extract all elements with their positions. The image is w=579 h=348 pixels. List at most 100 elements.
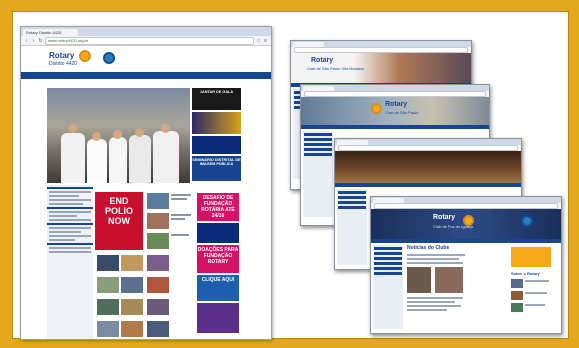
menu-icon[interactable]: ≡: [263, 38, 268, 44]
browser-tab[interactable]: Rotary Distrito 4420: [23, 29, 78, 36]
promo-banner[interactable]: [511, 247, 551, 267]
hero-photo[interactable]: [47, 88, 190, 183]
news-line[interactable]: [49, 227, 91, 229]
promo-banner[interactable]: [197, 303, 239, 333]
foundation-challenge-banner[interactable]: DESAFIO DE FUNDAÇÃO ROTÁRIA ATÉ 24/10: [197, 193, 239, 221]
sidebar-item[interactable]: [304, 138, 332, 141]
news-text[interactable]: [407, 297, 463, 299]
sidebar-item[interactable]: [374, 262, 402, 265]
news-text[interactable]: [171, 234, 189, 236]
sidebar-item[interactable]: [304, 143, 332, 146]
left-section-heading: [47, 243, 93, 245]
end-polio-now-banner[interactable]: END POLIO NOW: [95, 192, 143, 250]
side-text[interactable]: [525, 280, 549, 282]
news-text[interactable]: [171, 214, 191, 216]
sidebar-item[interactable]: [338, 206, 366, 209]
side-thumbnail[interactable]: [511, 291, 523, 300]
side-thumbnail[interactable]: [511, 303, 523, 312]
news-line[interactable]: [49, 203, 83, 205]
news-thumbnail[interactable]: [121, 277, 143, 293]
back-icon[interactable]: ‹: [24, 38, 29, 44]
news-thumbnail[interactable]: [147, 277, 169, 293]
sidebar-item[interactable]: [374, 267, 402, 270]
news-thumbnail[interactable]: [97, 321, 119, 337]
news-text[interactable]: [171, 218, 185, 220]
sidebar-item[interactable]: [338, 191, 366, 194]
side-thumbnail[interactable]: [511, 279, 523, 288]
news-line[interactable]: [49, 231, 81, 233]
sidebar-item[interactable]: [304, 153, 332, 156]
window-club-name: Club de São Paulo: [385, 110, 419, 115]
news-thumbnail[interactable]: [147, 299, 169, 315]
window-brand: Rotary: [385, 101, 408, 108]
side-section-title: Sobre o Rotary: [511, 271, 540, 276]
photo-person: [109, 137, 127, 183]
news-thumbnail[interactable]: [147, 213, 169, 229]
foundation-logo-icon: [521, 215, 533, 227]
star-icon[interactable]: ☆: [256, 38, 261, 44]
rotary-wheel-icon: [79, 50, 91, 62]
news-line[interactable]: [49, 199, 91, 201]
news-thumbnail[interactable]: [97, 299, 119, 315]
left-section-heading: [47, 223, 93, 225]
news-thumbnail[interactable]: [97, 277, 119, 293]
club-window-4[interactable]: Rotary Club de Foz do Iguaçu Notícias do…: [370, 196, 562, 334]
news-text[interactable]: [407, 258, 459, 260]
news-thumbnail[interactable]: [121, 299, 143, 315]
sidebar-item[interactable]: [304, 133, 332, 136]
photo-person: [153, 131, 179, 183]
news-thumbnail[interactable]: [147, 321, 169, 337]
news-photo[interactable]: [407, 267, 431, 293]
news-line[interactable]: [49, 191, 91, 193]
sidebar-item[interactable]: [338, 201, 366, 204]
gala-dinner-banner[interactable]: JANTAR DE GALA: [192, 88, 241, 110]
promo-banner[interactable]: [192, 136, 241, 154]
news-line[interactable]: [49, 251, 91, 253]
sidebar-item[interactable]: [304, 148, 332, 151]
polio-line: NOW: [108, 216, 130, 226]
sidebar-item[interactable]: [374, 247, 402, 250]
news-text[interactable]: [171, 198, 187, 200]
event-banner[interactable]: [192, 112, 241, 134]
site-logo-text[interactable]: Rotary: [49, 51, 74, 60]
left-news-column: [47, 185, 93, 339]
seminar-banner[interactable]: SEMINÁRIO DISTRITAL DE IMAGEM PÚBLICA: [192, 156, 241, 181]
news-thumbnail[interactable]: [147, 233, 169, 249]
news-line[interactable]: [49, 195, 79, 197]
news-line[interactable]: [49, 235, 91, 237]
donation-banner[interactable]: DOAÇÕES PARA FUNDAÇÃO ROTARY: [197, 245, 239, 273]
window-club-name: Club de São Paulo Vila Mariana: [307, 66, 364, 71]
news-text[interactable]: [407, 301, 455, 303]
middle-content: END POLIO NOW DESAFIO DE FUNDAÇÃO ROTÁRI…: [95, 185, 241, 339]
news-thumbnail[interactable]: [121, 321, 143, 337]
news-thumbnail[interactable]: [97, 255, 119, 271]
window-club-name: Club de Foz do Iguaçu: [433, 224, 474, 229]
news-photo[interactable]: [435, 267, 463, 293]
news-thumbnail[interactable]: [147, 193, 169, 209]
sidebar-item[interactable]: [374, 252, 402, 255]
news-line[interactable]: [49, 239, 75, 241]
forward-icon[interactable]: ›: [31, 38, 36, 44]
news-line[interactable]: [49, 219, 91, 221]
promo-banner[interactable]: [197, 223, 239, 243]
side-text[interactable]: [525, 292, 547, 294]
news-text[interactable]: [407, 262, 463, 264]
url-field[interactable]: www.rotary4420.org.br: [45, 36, 254, 45]
sidebar-item[interactable]: [374, 272, 402, 275]
reload-icon[interactable]: ↻: [38, 38, 43, 44]
news-line[interactable]: [49, 215, 77, 217]
window-sidebar: [337, 189, 367, 265]
main-browser-window: Rotary Distrito 4420 ‹ › ↻ www.rotary442…: [20, 26, 272, 340]
sidebar-item[interactable]: [338, 196, 366, 199]
news-thumbnail[interactable]: [147, 255, 169, 271]
news-text[interactable]: [407, 254, 465, 256]
news-line[interactable]: [49, 211, 91, 213]
side-text[interactable]: [525, 304, 545, 306]
sidebar-item[interactable]: [374, 257, 402, 260]
news-thumbnail[interactable]: [121, 255, 143, 271]
news-text[interactable]: [171, 194, 191, 196]
news-text[interactable]: [407, 305, 461, 307]
news-text[interactable]: [407, 309, 447, 311]
click-here-banner[interactable]: CLIQUE AQUI: [197, 275, 239, 301]
news-line[interactable]: [49, 247, 91, 249]
